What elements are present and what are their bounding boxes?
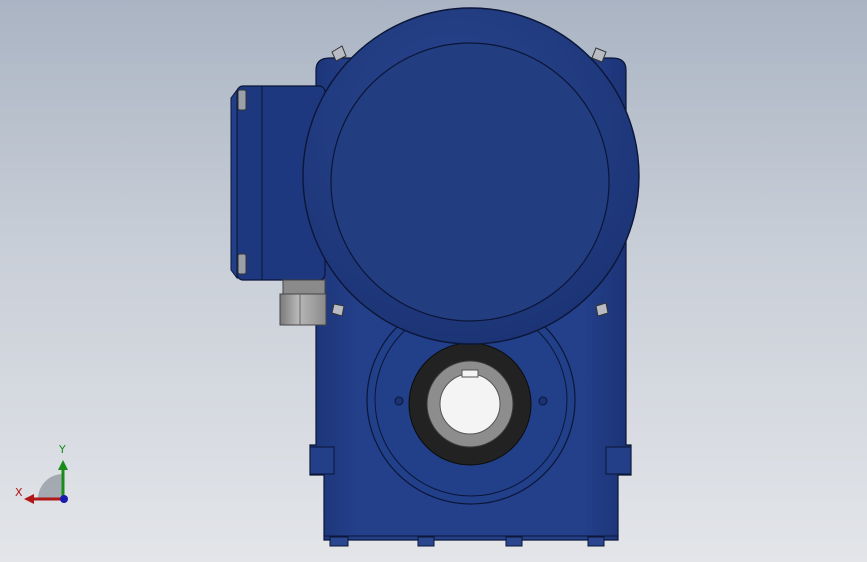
triad-y-label: Y bbox=[59, 443, 66, 456]
flange-hole-right bbox=[538, 396, 548, 406]
left-mounting-lug bbox=[309, 446, 335, 475]
triad-x-label: X bbox=[15, 486, 23, 499]
z-axis-dot bbox=[60, 495, 68, 503]
cable-gland[interactable] bbox=[279, 279, 327, 326]
motor-cover bbox=[330, 42, 610, 322]
adapter-bolt-top bbox=[237, 89, 247, 111]
keyway bbox=[461, 369, 479, 378]
gear-reducer-model[interactable] bbox=[0, 0, 867, 562]
axis-triad bbox=[24, 460, 68, 504]
motor-flange[interactable] bbox=[302, 7, 640, 345]
right-mounting-lug bbox=[605, 446, 632, 475]
adapter-bolt-bottom bbox=[237, 253, 247, 275]
triad-quarter-disc bbox=[38, 474, 63, 499]
flange-hole-left bbox=[394, 396, 404, 406]
graphics-viewport[interactable]: Y X bbox=[0, 0, 867, 562]
shaft-bore bbox=[439, 373, 501, 435]
